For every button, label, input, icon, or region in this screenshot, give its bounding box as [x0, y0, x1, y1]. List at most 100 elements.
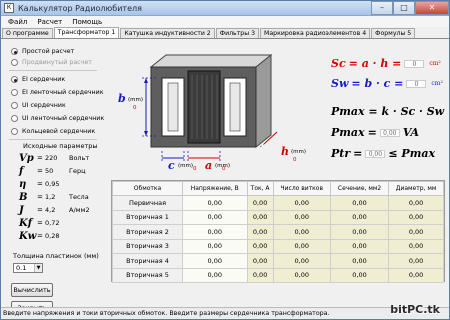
- cell-voltage[interactable]: 0,00: [182, 267, 248, 283]
- dim-a-value[interactable]: 0: [222, 166, 226, 172]
- cell-voltage[interactable]: 0,00: [182, 224, 248, 240]
- tab-transformer[interactable]: Трансформатор 1: [53, 27, 120, 38]
- window-title: Калькулятор Радиолюбителя: [18, 3, 142, 13]
- maximize-button[interactable]: □: [393, 1, 415, 15]
- mode-advanced-label: Продвинутый расчет: [22, 59, 92, 66]
- cell-voltage[interactable]: 0,00: [182, 253, 248, 269]
- cell-current[interactable]: 0,00: [246, 267, 274, 283]
- param-eq: =: [37, 219, 43, 227]
- formula-ptr-value: 0,00: [365, 149, 386, 158]
- core-ui-tape-radio[interactable]: UI ленточный сердечник: [11, 114, 104, 123]
- col-winding: Обмотка: [112, 181, 183, 196]
- param-eq: =: [37, 232, 43, 240]
- divider: [9, 70, 97, 71]
- col-current: Ток, А: [246, 181, 274, 196]
- row-label: Первичная: [112, 195, 183, 211]
- col-voltage: Напряжение, В: [182, 181, 248, 196]
- formula-ptr-eq: =: [353, 147, 363, 160]
- close-window-button[interactable]: ✕: [415, 1, 449, 15]
- param-symbol: η: [19, 178, 27, 190]
- core-ui-radio[interactable]: UI сердечник: [11, 101, 66, 110]
- cell-current[interactable]: 0,00: [246, 209, 274, 225]
- col-section: Сечение, мм2: [329, 181, 390, 196]
- formula-pmax-va-lhs: Pmax: [331, 126, 365, 139]
- param-value[interactable]: 0,95: [45, 180, 69, 188]
- tab-about[interactable]: О программе: [2, 28, 53, 38]
- row-label: Вторичная 1: [112, 209, 183, 225]
- dim-h-unit: (mm): [291, 149, 307, 155]
- cell-current[interactable]: 0,00: [246, 224, 274, 240]
- param-eq: =: [37, 180, 43, 188]
- table-row: Первичная 0,00 0,00 0,00 0,00 0,00: [112, 195, 444, 211]
- param-eta: η = 0,95: [19, 178, 69, 190]
- minimize-button[interactable]: –: [371, 1, 393, 15]
- cell-section: 0,00: [329, 209, 390, 225]
- param-value[interactable]: 0,28: [45, 232, 69, 240]
- param-symbol: f: [19, 165, 24, 177]
- radio-selected-icon: [11, 76, 18, 83]
- param-value[interactable]: 1,2: [45, 193, 69, 201]
- tab-strip: О программе Трансформатор 1 Катушка инду…: [1, 27, 449, 39]
- param-value[interactable]: 0,72: [45, 219, 69, 227]
- mode-simple-radio[interactable]: Простой расчет: [11, 47, 74, 56]
- cell-turns: 0,00: [272, 209, 331, 225]
- plate-thickness-select[interactable]: 0.1 ▼: [13, 263, 43, 273]
- core-ring-label: Кольцевой сердечник: [22, 128, 96, 135]
- cell-section: 0,00: [329, 224, 390, 240]
- param-value[interactable]: 220: [45, 154, 69, 162]
- plate-thickness-label: Толщина пластинок (мм): [13, 252, 99, 260]
- cell-section: 0,00: [329, 253, 390, 269]
- plate-thickness-value: 0.1: [16, 264, 27, 272]
- tab-inductor[interactable]: Катушка индуктивности 2: [120, 28, 215, 38]
- titlebar[interactable]: К Калькулятор Радиолюбителя – □ ✕: [1, 1, 449, 16]
- tab-filters[interactable]: Фильтры 3: [215, 28, 260, 38]
- windings-table: Обмотка Напряжение, В Ток, А Число витко…: [111, 180, 445, 283]
- mode-advanced-radio: Продвинутый расчет: [11, 58, 92, 67]
- param-unit: Тесла: [69, 193, 89, 201]
- param-symbol: J: [19, 204, 24, 216]
- dim-b-value[interactable]: 0: [133, 105, 137, 111]
- param-unit: Вольт: [69, 154, 90, 162]
- param-eq: =: [37, 206, 43, 214]
- formula-pmax-va-unit: VA: [402, 126, 420, 139]
- cell-voltage[interactable]: 0,00: [182, 209, 248, 225]
- formula-sw-rhs: = b · c =: [351, 77, 404, 90]
- param-value[interactable]: 50: [45, 167, 69, 175]
- table-row: Вторичная 3 0,00 0,00 0,00 0,00 0,00: [112, 238, 444, 254]
- watermark: bitPC.tk: [390, 303, 440, 316]
- cell-turns: 0,00: [272, 253, 331, 269]
- formula-pmax-va: Pmax = 0,00 VA: [331, 126, 419, 139]
- row-label: Вторичная 4: [112, 253, 183, 269]
- tab-formulas[interactable]: Формулы 5: [371, 28, 416, 38]
- param-f: f = 50 Герц: [19, 165, 86, 177]
- table-header-row: Обмотка Напряжение, В Ток, А Число витко…: [112, 181, 444, 196]
- cell-current[interactable]: 0,00: [246, 238, 274, 254]
- core-ui-label: UI сердечник: [22, 102, 66, 109]
- menu-calc[interactable]: Расчет: [32, 18, 67, 26]
- core-ei-tape-radio[interactable]: EI ленточный сердечник: [11, 88, 104, 97]
- tab-marking[interactable]: Маркировка радиоэлементов 4: [260, 28, 371, 38]
- cell-diameter: 0,00: [388, 253, 444, 269]
- app-icon: К: [4, 3, 14, 13]
- cell-voltage[interactable]: 0,00: [182, 195, 248, 211]
- menu-file[interactable]: Файл: [3, 18, 32, 26]
- cell-current[interactable]: 0,00: [246, 253, 274, 269]
- dim-a-label: a: [205, 159, 213, 172]
- col-turns: Число витков: [272, 181, 331, 196]
- calculate-button[interactable]: Вычислить: [11, 283, 53, 297]
- formula-ptr-lhs: Ptr: [331, 147, 351, 160]
- radio-icon: [11, 128, 18, 135]
- dim-h-value[interactable]: 0: [293, 157, 297, 163]
- cell-turns: 0,00: [272, 224, 331, 240]
- core-ei-radio[interactable]: EI сердечник: [11, 75, 65, 84]
- param-kw: Kw = 0,28: [19, 231, 69, 242]
- core-diagram: b (mm) 0 c (mm) 0 a (mm) 0 h (mm) 0: [106, 47, 326, 172]
- radio-icon: [11, 89, 18, 96]
- core-ring-radio[interactable]: Кольцевой сердечник: [11, 127, 95, 136]
- param-value[interactable]: 4,2: [45, 206, 69, 214]
- cell-voltage[interactable]: 0,00: [182, 238, 248, 254]
- formula-sw-unit: cm²: [431, 80, 443, 87]
- menu-help[interactable]: Помощь: [67, 18, 107, 26]
- dim-c-value[interactable]: 0: [193, 166, 197, 172]
- param-j: J = 4,2 А/мм2: [19, 204, 90, 216]
